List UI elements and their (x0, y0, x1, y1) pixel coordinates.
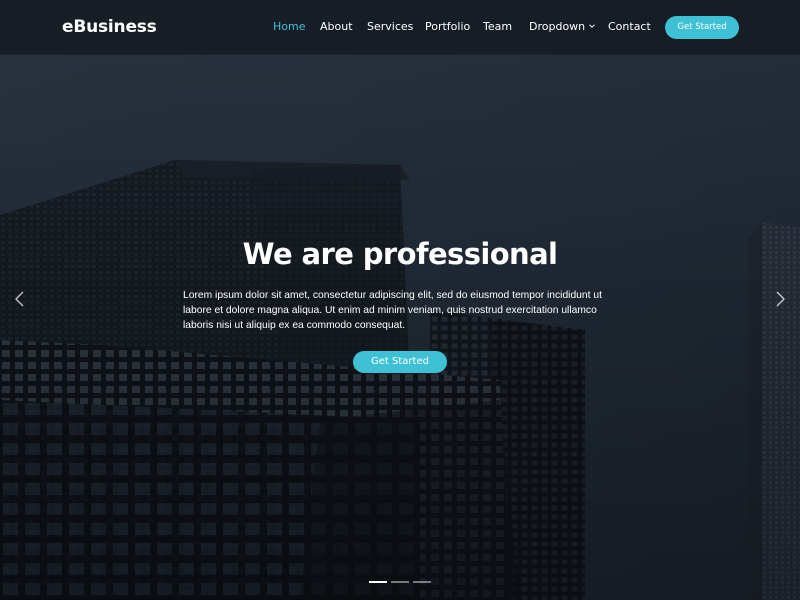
carousel-indicator-3[interactable] (413, 581, 431, 583)
nav-item-dropdown-label: Dropdown (529, 20, 586, 33)
hero-get-started-button[interactable]: Get Started (353, 351, 447, 373)
hero-description: Lorem ipsum dolor sit amet, consectetur … (183, 290, 602, 331)
nav-item-team[interactable]: Team (483, 19, 512, 35)
nav-item-portfolio[interactable]: Portfolio (425, 19, 470, 35)
carousel-indicator-2[interactable] (391, 581, 409, 583)
hero-title: We are professional (242, 237, 558, 271)
nav-item-contact[interactable]: Contact (608, 19, 651, 35)
chevron-down-icon (589, 23, 596, 28)
header-get-started-button[interactable]: Get Started (665, 16, 739, 39)
chevron-left-icon (15, 291, 24, 307)
site-header: eBusiness Home About Services Portfolio … (0, 0, 800, 55)
nav-item-services[interactable]: Services (367, 19, 413, 35)
page: eBusiness Home About Services Portfolio … (0, 0, 800, 600)
carousel-indicators (369, 581, 433, 585)
carousel-next-button[interactable] (772, 289, 788, 309)
chevron-right-icon (776, 291, 785, 307)
nav-item-dropdown[interactable]: Dropdown (529, 19, 596, 35)
carousel-indicator-1[interactable] (369, 581, 387, 583)
nav-item-about[interactable]: About (320, 19, 353, 35)
nav-item-home[interactable]: Home (273, 19, 305, 35)
carousel-prev-button[interactable] (12, 289, 28, 309)
